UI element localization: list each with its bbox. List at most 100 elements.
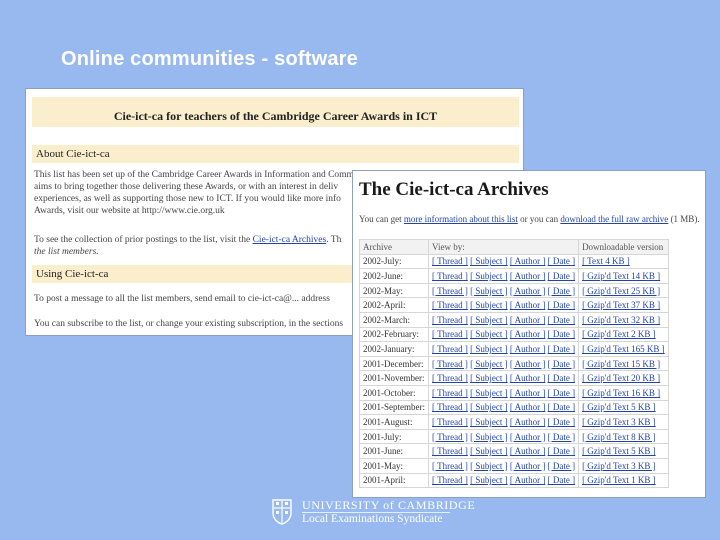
raw-archive-link[interactable]: download the full raw archive	[560, 214, 668, 224]
download-cell: [ Gzip'd Text 37 KB ]	[578, 297, 669, 313]
view-by-link[interactable]: [ Author ]	[510, 329, 546, 339]
download-link[interactable]: [ Gzip'd Text 5 KB ]	[582, 402, 656, 412]
view-by-link[interactable]: [ Date ]	[548, 286, 575, 296]
view-by-link[interactable]: [ Date ]	[548, 271, 575, 281]
download-link[interactable]: [ Gzip'd Text 15 KB ]	[582, 359, 660, 369]
column-header-view-by: View by:	[427, 239, 580, 255]
view-by-link[interactable]: [ Author ]	[510, 417, 546, 427]
view-by-link[interactable]: [ Author ]	[510, 432, 546, 442]
view-by-link[interactable]: [ Date ]	[548, 256, 575, 266]
download-link[interactable]: [ Gzip'd Text 32 KB ]	[582, 315, 660, 325]
view-by-link[interactable]: [ Author ]	[510, 373, 546, 383]
archive-month-cell: 2001-April:	[359, 472, 429, 489]
download-cell: [ Gzip'd Text 3 KB ]	[578, 457, 669, 474]
download-link[interactable]: [ Gzip'd Text 8 KB ]	[582, 432, 656, 442]
view-by-cell: [ Thread ] [ Subject ] [ Author ] [ Date…	[427, 443, 580, 459]
view-by-link[interactable]: [ Thread ]	[432, 461, 468, 471]
archive-month-cell: 2001-October:	[359, 384, 429, 401]
view-by-link[interactable]: [ Author ]	[510, 271, 546, 281]
download-link[interactable]: [ Gzip'd Text 37 KB ]	[582, 300, 660, 310]
download-link[interactable]: [ Text 4 KB ]	[582, 256, 630, 266]
view-by-link[interactable]: [ Subject ]	[470, 402, 508, 412]
view-by-link[interactable]: [ Subject ]	[470, 446, 508, 456]
view-by-link[interactable]: [ Date ]	[548, 475, 575, 485]
view-by-link[interactable]: [ Date ]	[548, 461, 575, 471]
view-by-link[interactable]: [ Thread ]	[432, 388, 468, 398]
archives-link[interactable]: Cie-ict-ca Archives	[253, 235, 327, 245]
view-by-link[interactable]: [ Author ]	[510, 402, 546, 412]
view-by-link[interactable]: [ Subject ]	[470, 256, 508, 266]
view-by-link[interactable]: [ Subject ]	[470, 271, 508, 281]
table-row: 2001-September:[ Thread ] [ Subject ] [ …	[359, 399, 669, 416]
download-link[interactable]: [ Gzip'd Text 25 KB ]	[582, 286, 660, 296]
view-by-link[interactable]: [ Subject ]	[470, 359, 508, 369]
view-by-link[interactable]: [ Thread ]	[432, 417, 468, 427]
view-by-link[interactable]: [ Date ]	[548, 446, 575, 456]
view-by-link[interactable]: [ Date ]	[548, 344, 575, 354]
view-by-link[interactable]: [ Thread ]	[432, 475, 468, 485]
table-row: 2002-April:[ Thread ] [ Subject ] [ Auth…	[359, 297, 669, 313]
view-by-cell: [ Thread ] [ Subject ] [ Author ] [ Date…	[427, 384, 580, 401]
cambridge-logo: UNIVERSITY of CAMBRIDGE Local Examinatio…	[272, 497, 475, 531]
view-by-link[interactable]: [ Subject ]	[470, 388, 508, 398]
archives-table-body: 2002-July:[ Thread ] [ Subject ] [ Autho…	[359, 253, 669, 489]
view-by-link[interactable]: [ Thread ]	[432, 402, 468, 412]
view-by-link[interactable]: [ Date ]	[548, 300, 575, 310]
view-by-link[interactable]: [ Author ]	[510, 256, 546, 266]
view-by-link[interactable]: [ Date ]	[548, 329, 575, 339]
view-by-link[interactable]: [ Thread ]	[432, 432, 468, 442]
download-link[interactable]: [ Gzip'd Text 165 KB ]	[582, 344, 665, 354]
view-by-link[interactable]: [ Subject ]	[470, 461, 508, 471]
table-row: 2001-July:[ Thread ] [ Subject ] [ Autho…	[359, 428, 669, 445]
view-by-link[interactable]: [ Date ]	[548, 388, 575, 398]
view-by-link[interactable]: [ Thread ]	[432, 359, 468, 369]
view-by-link[interactable]: [ Date ]	[548, 359, 575, 369]
view-by-link[interactable]: [ Author ]	[510, 446, 546, 456]
view-by-link[interactable]: [ Date ]	[548, 315, 575, 325]
view-by-link[interactable]: [ Thread ]	[432, 315, 468, 325]
view-by-link[interactable]: [ Date ]	[548, 417, 575, 427]
download-cell: [ Gzip'd Text 32 KB ]	[578, 311, 669, 328]
view-by-link[interactable]: [ Subject ]	[470, 315, 508, 325]
archive-month-cell: 2001-July:	[359, 428, 429, 445]
download-link[interactable]: [ Gzip'd Text 14 KB ]	[582, 271, 660, 281]
view-by-link[interactable]: [ Subject ]	[470, 300, 508, 310]
subtitle-mid: or you can	[520, 214, 559, 224]
archive-month-cell: 2001-June:	[359, 443, 429, 459]
view-by-link[interactable]: [ Subject ]	[470, 475, 508, 485]
view-by-link[interactable]: [ Subject ]	[470, 286, 508, 296]
archive-month-cell: 2002-May:	[359, 282, 429, 299]
view-by-link[interactable]: [ Author ]	[510, 359, 546, 369]
view-by-link[interactable]: [ Date ]	[548, 373, 575, 383]
download-link[interactable]: [ Gzip'd Text 5 KB ]	[582, 446, 656, 456]
download-link[interactable]: [ Gzip'd Text 3 KB ]	[582, 417, 656, 427]
view-by-link[interactable]: [ Thread ]	[432, 256, 468, 266]
view-by-link[interactable]: [ Thread ]	[432, 344, 468, 354]
list-info-link[interactable]: more information about this list	[404, 214, 518, 224]
view-by-link[interactable]: [ Date ]	[548, 402, 575, 412]
view-by-link[interactable]: [ Author ]	[510, 300, 546, 310]
view-by-link[interactable]: [ Thread ]	[432, 286, 468, 296]
view-by-link[interactable]: [ Thread ]	[432, 329, 468, 339]
view-by-link[interactable]: [ Author ]	[510, 388, 546, 398]
view-by-link[interactable]: [ Subject ]	[470, 344, 508, 354]
download-link[interactable]: [ Gzip'd Text 2 KB ]	[582, 329, 656, 339]
download-link[interactable]: [ Gzip'd Text 20 KB ]	[582, 373, 660, 383]
download-link[interactable]: [ Gzip'd Text 3 KB ]	[582, 461, 656, 471]
view-by-link[interactable]: [ Subject ]	[470, 329, 508, 339]
view-by-link[interactable]: [ Author ]	[510, 461, 546, 471]
view-by-link[interactable]: [ Date ]	[548, 432, 575, 442]
download-link[interactable]: [ Gzip'd Text 1 KB ]	[582, 475, 656, 485]
view-by-link[interactable]: [ Subject ]	[470, 373, 508, 383]
view-by-link[interactable]: [ Author ]	[510, 286, 546, 296]
view-by-link[interactable]: [ Author ]	[510, 315, 546, 325]
view-by-link[interactable]: [ Thread ]	[432, 373, 468, 383]
view-by-link[interactable]: [ Thread ]	[432, 446, 468, 456]
view-by-link[interactable]: [ Author ]	[510, 475, 546, 485]
view-by-link[interactable]: [ Author ]	[510, 344, 546, 354]
view-by-link[interactable]: [ Subject ]	[470, 417, 508, 427]
view-by-link[interactable]: [ Thread ]	[432, 271, 468, 281]
download-link[interactable]: [ Gzip'd Text 16 KB ]	[582, 388, 660, 398]
view-by-link[interactable]: [ Thread ]	[432, 300, 468, 310]
view-by-link[interactable]: [ Subject ]	[470, 432, 508, 442]
